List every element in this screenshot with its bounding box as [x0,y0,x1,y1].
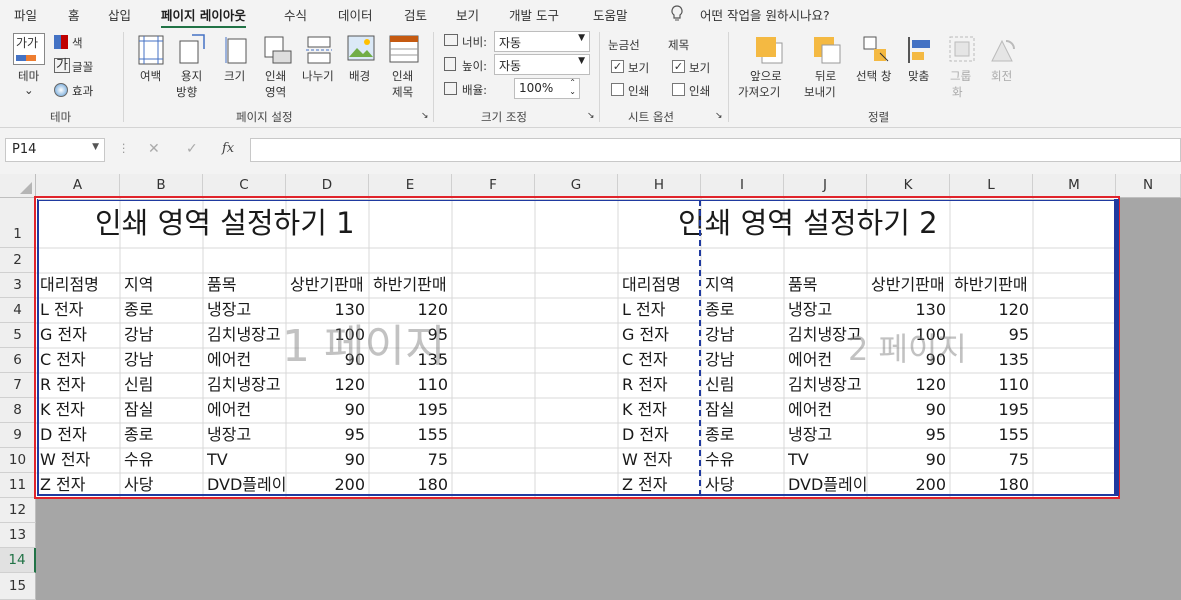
page-break-line[interactable] [699,200,701,496]
page-right-edge [1116,199,1119,496]
page-top-edge [38,199,1114,223]
page1-watermark: 1 페이지 [282,321,446,372]
page2-watermark: 2 페이지 [848,330,967,368]
